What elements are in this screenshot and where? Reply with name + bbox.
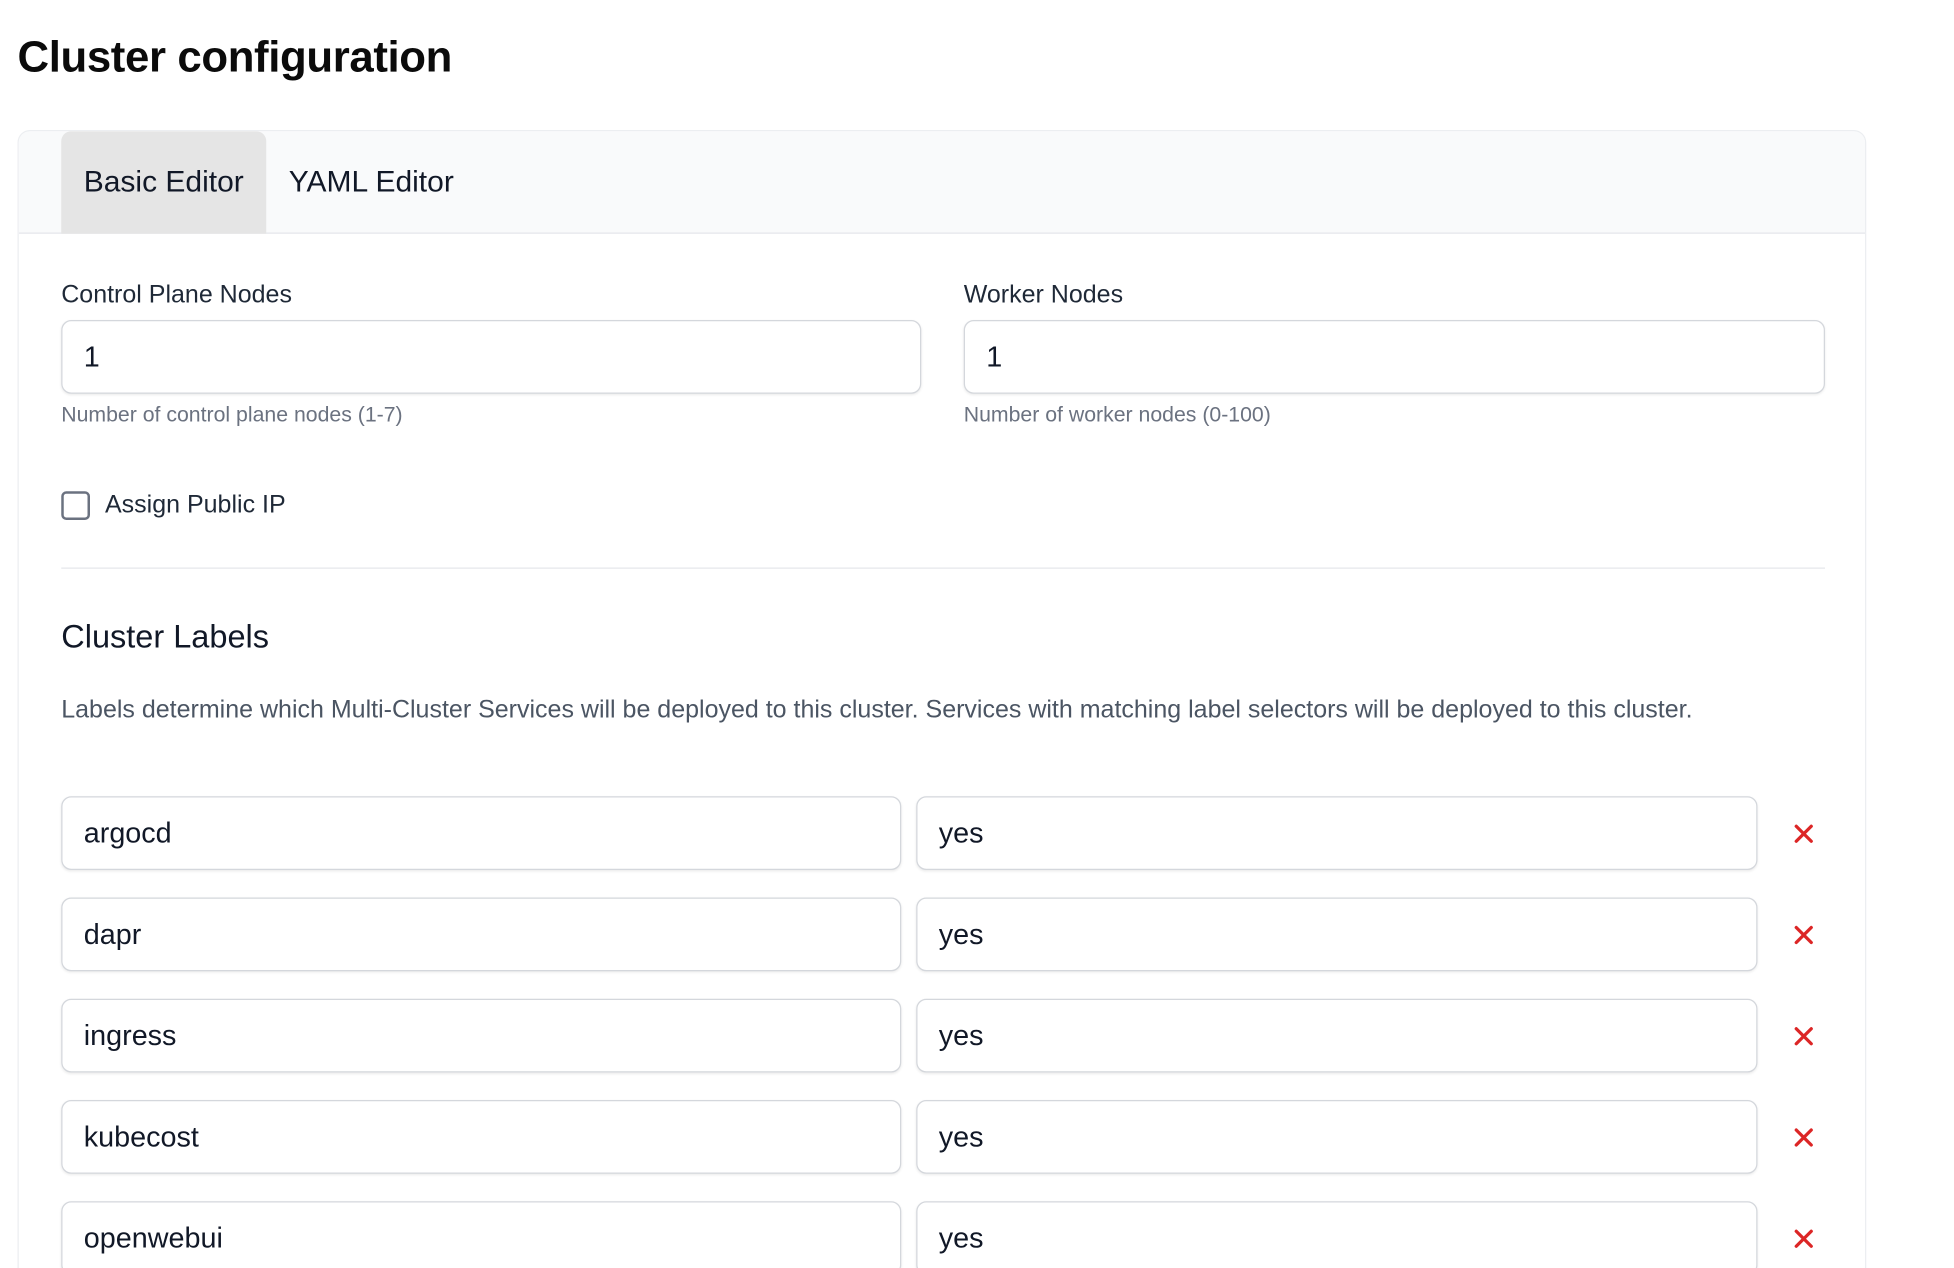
label-row	[61, 998, 1836, 1073]
label-value-input[interactable]	[916, 1100, 1758, 1174]
label-key-input[interactable]	[61, 1100, 902, 1174]
assign-public-ip-label[interactable]: Assign Public IP	[105, 491, 286, 520]
cluster-labels-title: Cluster Labels	[61, 617, 270, 656]
assign-public-ip-checkbox[interactable]	[61, 491, 90, 520]
tab-yaml-editor[interactable]: YAML Editor	[289, 131, 489, 234]
label-value-input[interactable]	[916, 897, 1758, 972]
label-row	[61, 1100, 1836, 1174]
label-value-input[interactable]	[916, 1201, 1758, 1268]
label-value-input[interactable]	[916, 796, 1758, 870]
label-key-input[interactable]	[61, 998, 902, 1073]
worker-nodes-hint: Number of worker nodes (0-100)	[963, 402, 1271, 427]
label-row	[61, 796, 1836, 870]
page-title: Cluster configuration	[17, 32, 453, 82]
close-icon	[1794, 1027, 1813, 1046]
section-divider	[61, 567, 1825, 569]
worker-nodes-label: Worker Nodes	[963, 281, 1124, 309]
assign-public-ip-row[interactable]: Assign Public IP	[61, 491, 286, 520]
remove-label-button[interactable]	[1784, 1219, 1824, 1259]
remove-label-button[interactable]	[1784, 1118, 1824, 1158]
label-key-input[interactable]	[61, 1201, 902, 1268]
label-key-input[interactable]	[61, 897, 902, 972]
tab-basic-editor[interactable]: Basic Editor	[61, 131, 267, 234]
config-card: Basic Editor YAML Editor Control Plane N…	[17, 130, 1867, 1268]
label-value-input[interactable]	[916, 998, 1758, 1073]
remove-label-button[interactable]	[1784, 915, 1824, 955]
cluster-labels-description: Labels determine which Multi-Cluster Ser…	[61, 696, 1693, 724]
remove-label-button[interactable]	[1784, 1016, 1824, 1056]
label-row	[61, 897, 1836, 972]
control-plane-hint: Number of control plane nodes (1-7)	[61, 402, 403, 427]
close-icon	[1794, 1229, 1813, 1248]
control-plane-input[interactable]	[61, 320, 922, 394]
close-icon	[1794, 925, 1813, 945]
control-plane-label: Control Plane Nodes	[61, 281, 292, 309]
close-icon	[1794, 1128, 1813, 1147]
label-key-input[interactable]	[61, 796, 902, 870]
label-row	[61, 1201, 1836, 1268]
worker-nodes-input[interactable]	[963, 320, 1825, 394]
page: Cluster configuration Basic Editor YAML …	[0, 0, 1954, 1268]
close-icon	[1794, 824, 1813, 843]
editor-tabbar: Basic Editor YAML Editor	[18, 131, 1865, 234]
remove-label-button[interactable]	[1784, 814, 1824, 854]
